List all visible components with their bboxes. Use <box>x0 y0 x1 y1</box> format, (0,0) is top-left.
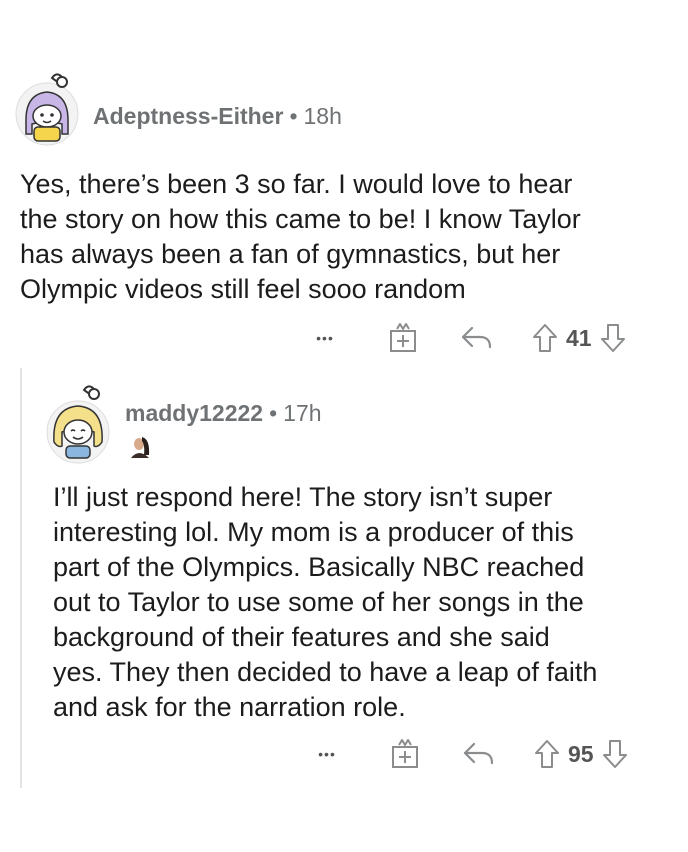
user-avatar[interactable] <box>42 382 112 464</box>
comment-actions: ••• 41 <box>305 318 626 358</box>
comment-line: yes. They then decided to have a leap of… <box>53 657 598 687</box>
comment-line: has always been a fan of gymnastics, but… <box>20 239 561 269</box>
flair-portrait-icon <box>125 434 155 458</box>
downvote-button[interactable] <box>600 323 626 353</box>
vote-count: 95 <box>568 740 594 767</box>
upvote-button[interactable] <box>534 739 560 769</box>
comment-line: Yes, there’s been 3 so far. I would love… <box>20 169 573 199</box>
comment-line: out to Taylor to use some of her songs i… <box>53 587 584 617</box>
gift-icon <box>392 739 418 768</box>
meta-separator: • <box>289 103 298 129</box>
upvote-arrow-icon <box>535 740 559 768</box>
comment-meta: maddy12222 • 17h <box>125 400 322 427</box>
user-avatar[interactable] <box>12 72 82 146</box>
comment-line: Olympic videos still feel sooo random <box>20 274 466 304</box>
snoo-avatar-icon <box>46 385 110 464</box>
downvote-arrow-icon <box>600 324 625 352</box>
reply-button[interactable] <box>460 325 494 351</box>
snoo-avatar-icon <box>15 73 79 146</box>
timestamp: 17h <box>283 400 322 426</box>
reply-thread: maddy12222 • 17h I’ll just respond here! T… <box>20 368 688 788</box>
comment-line: and ask for the narration role. <box>53 692 406 722</box>
reply-arrow-icon <box>463 742 494 765</box>
timestamp: 18h <box>303 103 342 129</box>
comment-line: background of their features and she sai… <box>53 622 550 652</box>
user-flair-image <box>125 434 155 458</box>
comment-body: Yes, there’s been 3 so far. I would love… <box>20 167 581 307</box>
reply-arrow-icon <box>461 326 492 349</box>
upvote-button[interactable] <box>532 323 558 353</box>
comment-line: I’ll just respond here! The story isn’t … <box>53 482 553 512</box>
more-options-button[interactable]: ••• <box>307 746 347 762</box>
comment-line: interesting lol. My mom is a producer of… <box>53 517 574 547</box>
username[interactable]: maddy12222 <box>125 400 263 426</box>
username[interactable]: Adeptness-Either <box>93 103 283 129</box>
upvote-arrow-icon <box>533 324 557 352</box>
meta-separator: • <box>269 400 278 426</box>
reply-button[interactable] <box>462 741 496 767</box>
comment-body: I’ll just respond here! The story isn’t … <box>53 480 597 725</box>
more-options-button[interactable]: ••• <box>305 330 345 346</box>
comment-line: the story on how this came to be! I know… <box>20 204 581 234</box>
comment-actions: ••• 95 <box>307 734 628 774</box>
award-button[interactable] <box>390 738 420 770</box>
award-button[interactable] <box>388 322 418 354</box>
vote-count: 41 <box>566 324 592 351</box>
comment-line: part of the Olympics. Basically NBC reac… <box>53 552 585 582</box>
downvote-arrow-icon <box>602 740 627 768</box>
gift-icon <box>390 323 416 352</box>
comment-meta: Adeptness-Either • 18h <box>93 103 342 130</box>
downvote-button[interactable] <box>602 739 628 769</box>
